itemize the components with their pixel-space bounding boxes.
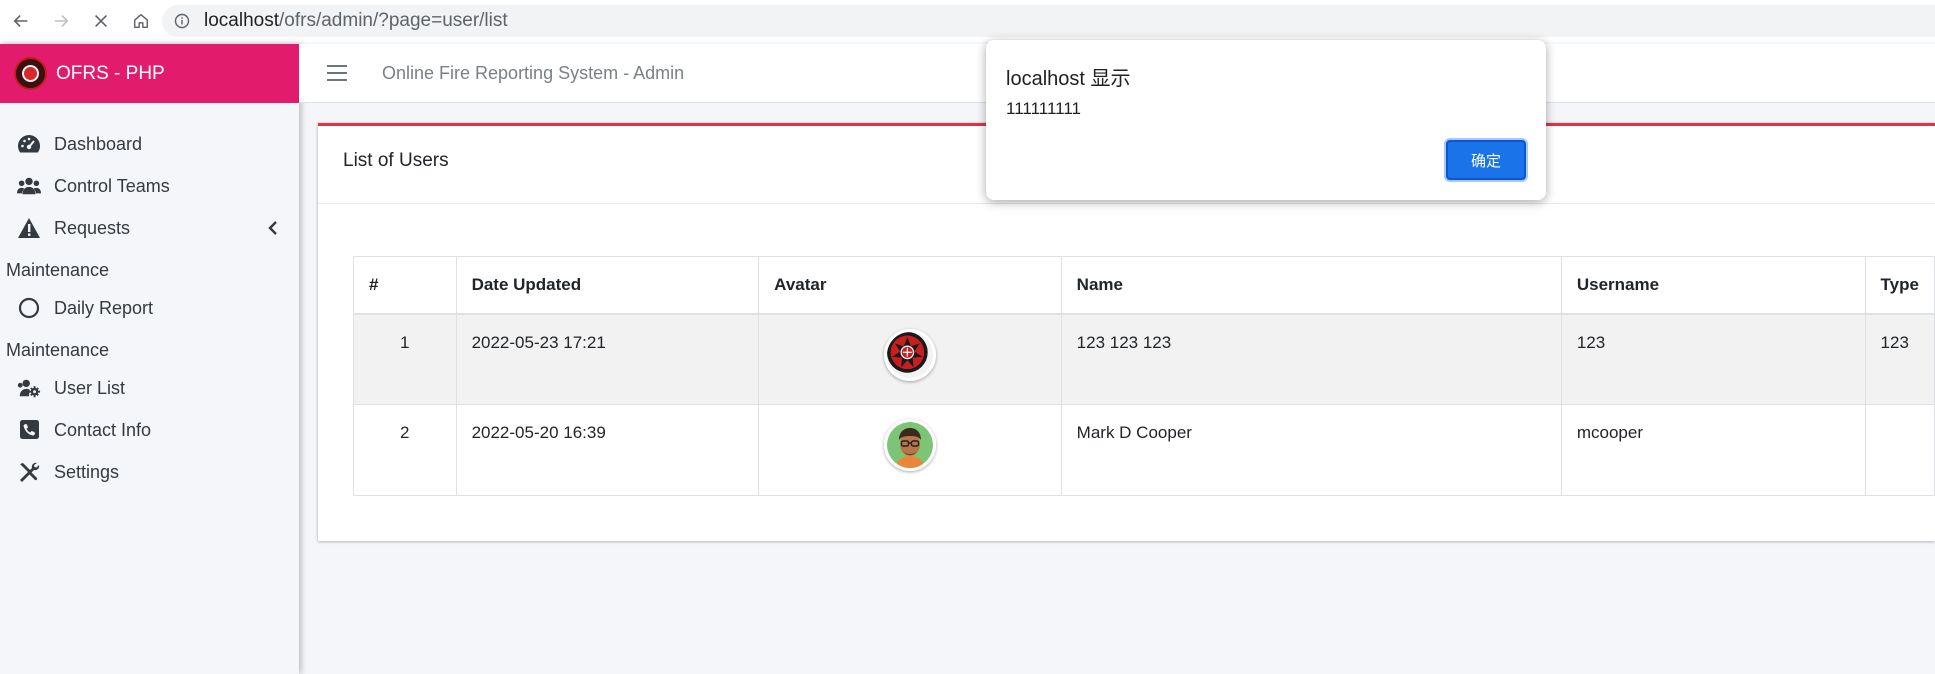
hamburger-menu-icon[interactable]: [327, 65, 347, 81]
arrow-right-icon: [54, 15, 69, 27]
info-icon: [174, 13, 190, 29]
home-icon: [133, 13, 149, 29]
column-header-username[interactable]: Username: [1560, 256, 1866, 315]
cell-number: 1: [353, 313, 457, 405]
cell-username: 123: [1560, 313, 1866, 405]
column-header-number[interactable]: #: [353, 256, 457, 315]
column-header-date-updated[interactable]: Date Updated: [455, 256, 760, 315]
brand-name: OFRS - PHP: [56, 62, 165, 84]
url-path: /ofrs/admin/?page=user/list: [279, 10, 508, 31]
url-host: localhost: [204, 10, 279, 31]
home-button[interactable]: [128, 8, 154, 34]
users-cog-icon: [16, 377, 42, 399]
dialog-title: localhost 显示: [1006, 68, 1131, 90]
sidebar-item-control-teams[interactable]: Control Teams: [0, 165, 299, 207]
ok-button[interactable]: 确定: [1446, 140, 1526, 180]
sidebar-item-label: Control Teams: [54, 175, 170, 196]
cell-name: Mark D Cooper: [1060, 404, 1562, 496]
table-header-row: # Date Updated Avatar Name Username Type: [353, 256, 1935, 315]
cell-username: mcooper: [1560, 404, 1866, 496]
sidebar-item-settings[interactable]: Settings: [0, 451, 299, 493]
sidebar-item-requests[interactable]: Requests: [0, 207, 299, 249]
card-title: List of Users: [343, 149, 449, 171]
chevron-left-icon: [268, 221, 277, 235]
fire-logo-icon: [14, 57, 47, 90]
sidebar-item-dashboard[interactable]: Dashboard: [0, 123, 299, 165]
cell-date-updated: 2022-05-23 17:21: [455, 313, 760, 405]
menu-header-maintenance: Maintenance: [6, 340, 110, 360]
cell-type: 123: [1864, 313, 1935, 405]
column-header-avatar[interactable]: Avatar: [758, 256, 1062, 315]
users-icon: [16, 175, 42, 197]
cell-number: 2: [353, 404, 457, 496]
cell-avatar: [758, 404, 1062, 496]
address-bar[interactable]: localhost/ofrs/admin/?page=user/list: [162, 5, 1935, 37]
sidebar-item-label: Requests: [54, 217, 131, 238]
cell-name: 123 123 123: [1060, 313, 1562, 405]
sidebar-item-label: Contact Info: [54, 419, 152, 440]
table-row: 1 2022-05-23 17:21 123 123 123 123 123: [353, 313, 1935, 405]
sidebar-item-label: Daily Report: [54, 297, 154, 318]
forward-button[interactable]: [48, 8, 74, 34]
cell-avatar: [758, 313, 1062, 405]
man-avatar: [883, 419, 936, 471]
dashboard-icon: [16, 133, 42, 155]
page-title: Online Fire Reporting System - Admin: [382, 62, 685, 83]
sidebar-item-user-list[interactable]: User List: [0, 367, 299, 409]
fire-logo-avatar: [883, 328, 936, 381]
brand-link[interactable]: OFRS - PHP: [0, 44, 299, 103]
users-table: # Date Updated Avatar Name Username Type…: [353, 256, 1935, 496]
stop-loading-button[interactable]: [88, 8, 114, 34]
menu-header-maintenance: Maintenance: [6, 260, 110, 280]
dialog-message: 111111111: [1006, 99, 1081, 118]
browser-toolbar: localhost/ofrs/admin/?page=user/list: [0, 0, 1935, 42]
sidebar-item-contact-info[interactable]: Contact Info: [0, 409, 299, 451]
url-text: localhost/ofrs/admin/?page=user/list: [204, 10, 508, 32]
sidebar-item-daily-report[interactable]: Daily Report: [0, 287, 299, 329]
sidebar-item-label: User List: [54, 377, 126, 398]
back-button[interactable]: [8, 8, 34, 34]
warning-icon: [16, 217, 42, 239]
sidebar: OFRS - PHP Dashboard Control Teams Reque…: [0, 44, 299, 674]
arrow-left-icon: [13, 15, 28, 27]
phone-square-icon: [16, 419, 42, 441]
column-header-type[interactable]: Type: [1864, 256, 1935, 315]
close-icon: [95, 15, 107, 27]
table-row: 2 2022-05-20 16:39 Mark D Cooper mcooper: [353, 404, 1935, 496]
cell-type: [1864, 404, 1935, 496]
cell-date-updated: 2022-05-20 16:39: [455, 404, 760, 496]
column-header-name[interactable]: Name: [1060, 256, 1562, 315]
sidebar-item-label: Dashboard: [54, 133, 143, 154]
sidebar-item-label: Settings: [54, 461, 120, 482]
alert-dialog: localhost 显示 111111111 确定: [986, 40, 1546, 200]
circle-icon: [16, 297, 42, 319]
tools-icon: [16, 461, 42, 483]
sidebar-menu: Dashboard Control Teams Requests Mainten…: [0, 103, 299, 493]
